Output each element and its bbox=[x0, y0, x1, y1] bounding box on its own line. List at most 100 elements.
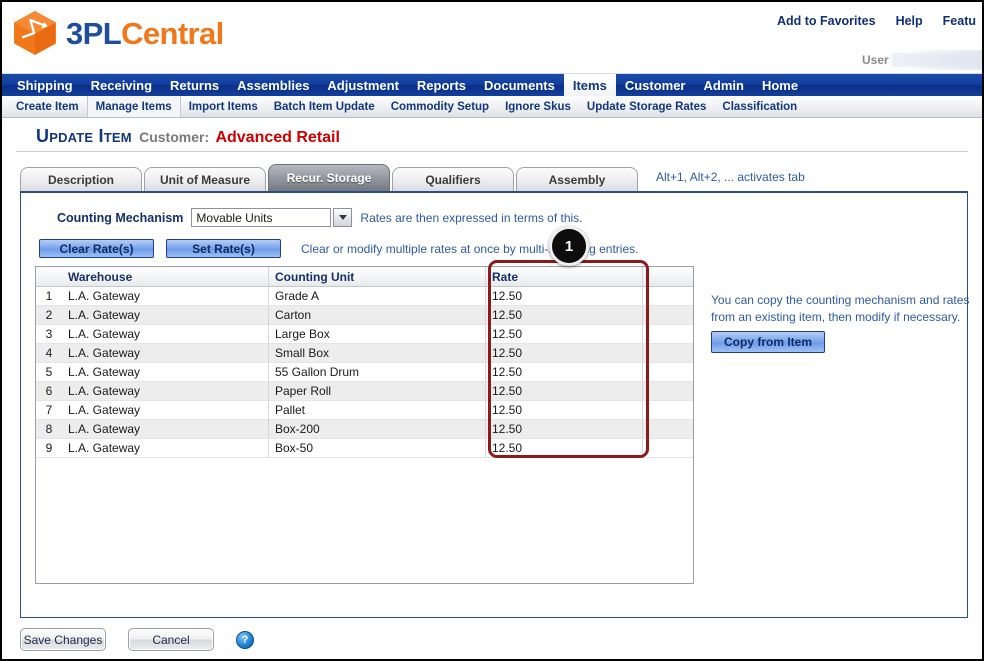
nav-item-documents[interactable]: Documents bbox=[475, 74, 564, 96]
column-header-counting-unit[interactable]: Counting Unit bbox=[268, 267, 486, 287]
subnav-item-ignore-skus[interactable]: Ignore Skus bbox=[497, 96, 579, 117]
table-row[interactable]: 1 L.A. Gateway Grade A 12.50 bbox=[36, 286, 693, 306]
cell-rate[interactable]: 12.50 bbox=[485, 419, 643, 439]
column-header-index bbox=[36, 267, 62, 287]
page-title-customer-name: Advanced Retail bbox=[215, 129, 340, 146]
cell-spacer bbox=[642, 362, 693, 382]
tab-qualifiers[interactable]: Qualifiers bbox=[392, 167, 514, 191]
page-title-customer-label: Customer: bbox=[139, 129, 210, 145]
copy-from-item-button[interactable]: Copy from Item bbox=[711, 331, 826, 353]
nav-item-returns[interactable]: Returns bbox=[161, 74, 228, 96]
add-to-favorites-link[interactable]: Add to Favorites bbox=[777, 14, 876, 28]
cell-rate[interactable]: 12.50 bbox=[485, 324, 643, 344]
table-body: 1 L.A. Gateway Grade A 12.50 2 L.A. Gateway C… bbox=[36, 286, 693, 458]
cell-rate[interactable]: 12.50 bbox=[485, 362, 643, 382]
subnav-item-import-items[interactable]: Import Items bbox=[181, 96, 266, 117]
user-name-redacted bbox=[890, 53, 982, 67]
subnav-item-commodity-setup[interactable]: Commodity Setup bbox=[383, 96, 497, 117]
cell-spacer bbox=[642, 305, 693, 325]
column-header-warehouse[interactable]: Warehouse bbox=[62, 267, 269, 287]
help-icon[interactable]: ? bbox=[236, 630, 254, 649]
table-row[interactable]: 2 L.A. Gateway Carton 12.50 bbox=[36, 305, 693, 325]
cell-warehouse: L.A. Gateway bbox=[62, 419, 269, 439]
copy-help-line-1: You can copy the counting mechanism and … bbox=[711, 293, 970, 307]
main-navigation: Shipping Receiving Returns Assemblies Ad… bbox=[2, 73, 982, 96]
user-label: User bbox=[862, 53, 889, 67]
cell-spacer bbox=[642, 343, 693, 363]
page-title: Update Item Customer: Advanced Retail bbox=[16, 118, 968, 152]
subnav-item-batch-item-update[interactable]: Batch Item Update bbox=[266, 96, 383, 117]
save-changes-button[interactable]: Save Changes bbox=[20, 628, 106, 651]
brand-wordmark: 3PLCentral bbox=[66, 18, 224, 49]
table-header-row: Warehouse Counting Unit Rate bbox=[36, 267, 693, 287]
clear-rates-button[interactable]: Clear Rate(s) bbox=[39, 239, 154, 258]
cell-warehouse: L.A. Gateway bbox=[62, 438, 269, 458]
nav-item-customer[interactable]: Customer bbox=[616, 74, 695, 96]
nav-item-reports[interactable]: Reports bbox=[408, 74, 475, 96]
cell-rate[interactable]: 12.50 bbox=[485, 286, 643, 306]
table-row[interactable]: 3 L.A. Gateway Large Box 12.50 bbox=[36, 324, 693, 344]
features-link[interactable]: Featu bbox=[943, 14, 976, 28]
cell-warehouse: L.A. Gateway bbox=[62, 400, 269, 420]
nav-item-items[interactable]: Items bbox=[563, 74, 616, 96]
subnav-item-manage-items[interactable]: Manage Items bbox=[86, 96, 181, 117]
cell-warehouse: L.A. Gateway bbox=[62, 381, 269, 401]
nav-item-assemblies[interactable]: Assemblies bbox=[228, 74, 318, 96]
column-header-spacer bbox=[642, 267, 693, 287]
cube-logo-icon bbox=[14, 11, 56, 55]
table-row[interactable]: 8 L.A. Gateway Box-200 12.50 bbox=[36, 419, 693, 439]
cell-rate[interactable]: 12.50 bbox=[485, 381, 643, 401]
counting-mechanism-value[interactable]: Movable Units bbox=[191, 208, 332, 227]
brand-logo[interactable]: 3PLCentral bbox=[12, 10, 224, 56]
table-row[interactable]: 5 L.A. Gateway 55 Gallon Drum 12.50 bbox=[36, 362, 693, 382]
cell-spacer bbox=[642, 438, 693, 458]
column-header-rate[interactable]: Rate bbox=[485, 267, 643, 287]
counting-mechanism-select[interactable]: Movable Units bbox=[191, 208, 353, 227]
table-row[interactable]: 7 L.A. Gateway Pallet 12.50 bbox=[36, 400, 693, 420]
rates-table: Warehouse Counting Unit Rate 1 L.A. Gatew… bbox=[36, 267, 693, 458]
cell-spacer bbox=[642, 286, 693, 306]
counting-mechanism-dropdown-button[interactable] bbox=[333, 208, 353, 227]
nav-item-adjustment[interactable]: Adjustment bbox=[318, 74, 408, 96]
cell-counting-unit: Carton bbox=[268, 305, 486, 325]
chevron-down-icon bbox=[338, 215, 347, 220]
tab-unit-of-measure[interactable]: Unit of Measure bbox=[144, 167, 266, 191]
cell-spacer bbox=[642, 381, 693, 401]
row-index: 9 bbox=[36, 438, 62, 458]
cell-spacer bbox=[642, 324, 693, 344]
nav-item-receiving[interactable]: Receiving bbox=[82, 74, 161, 96]
cell-counting-unit: Pallet bbox=[268, 400, 486, 420]
tab-recur-storage[interactable]: Recur. Storage bbox=[268, 164, 390, 191]
tab-assembly[interactable]: Assembly bbox=[516, 167, 638, 191]
cell-rate[interactable]: 12.50 bbox=[485, 400, 643, 420]
tab-strip: Description Unit of Measure Recur. Stora… bbox=[20, 164, 982, 191]
cell-rate[interactable]: 12.50 bbox=[485, 438, 643, 458]
cell-warehouse: L.A. Gateway bbox=[62, 324, 269, 344]
set-rates-button[interactable]: Set Rate(s) bbox=[166, 239, 281, 258]
subnav-item-classification[interactable]: Classification bbox=[714, 96, 805, 117]
subnav-item-update-storage-rates[interactable]: Update Storage Rates bbox=[579, 96, 715, 117]
help-link[interactable]: Help bbox=[896, 14, 923, 28]
table-row[interactable]: 6 L.A. Gateway Paper Roll 12.50 bbox=[36, 381, 693, 401]
row-index: 5 bbox=[36, 362, 62, 382]
row-index: 8 bbox=[36, 419, 62, 439]
cell-warehouse: L.A. Gateway bbox=[62, 362, 269, 382]
cell-warehouse: L.A. Gateway bbox=[62, 305, 269, 325]
table-row[interactable]: 9 L.A. Gateway Box-50 12.50 bbox=[36, 438, 693, 458]
cell-rate[interactable]: 12.50 bbox=[485, 305, 643, 325]
cell-spacer bbox=[642, 419, 693, 439]
nav-item-home[interactable]: Home bbox=[753, 74, 807, 96]
subnav-item-create-item[interactable]: Create Item bbox=[8, 96, 87, 117]
cell-rate[interactable]: 12.50 bbox=[485, 343, 643, 363]
user-info: User bbox=[862, 50, 982, 70]
cancel-button[interactable]: Cancel bbox=[128, 628, 214, 651]
nav-item-admin[interactable]: Admin bbox=[695, 74, 753, 96]
tab-description[interactable]: Description bbox=[20, 167, 142, 191]
nav-item-shipping[interactable]: Shipping bbox=[8, 74, 82, 96]
page-header: 3PLCentral Add to Favorites Help Featu U… bbox=[2, 2, 982, 73]
cell-counting-unit: Box-50 bbox=[268, 438, 486, 458]
row-index: 2 bbox=[36, 305, 62, 325]
rates-grid[interactable]: Warehouse Counting Unit Rate 1 L.A. Gatew… bbox=[35, 266, 694, 584]
counting-mechanism-label: Counting Mechanism bbox=[57, 210, 184, 225]
table-row[interactable]: 4 L.A. Gateway Small Box 12.50 bbox=[36, 343, 693, 363]
